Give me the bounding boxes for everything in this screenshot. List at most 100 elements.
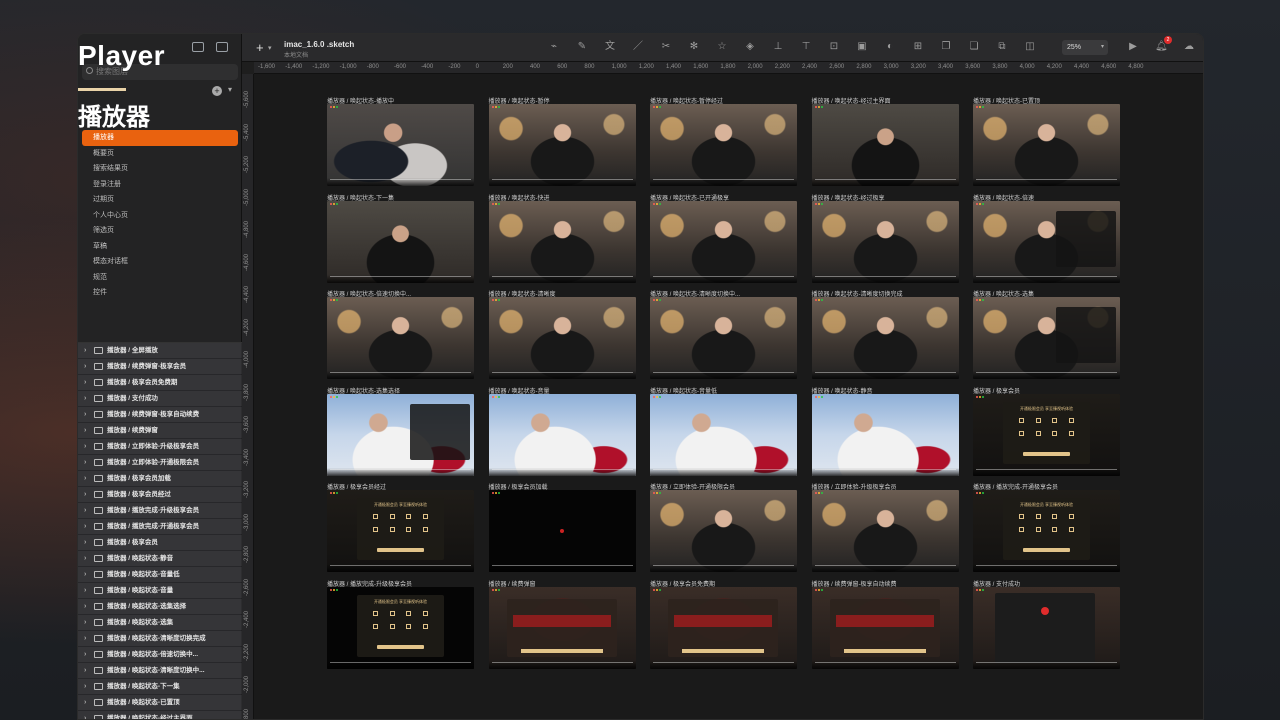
- layer-item[interactable]: › 播放器 / 唤起状态-选集: [78, 615, 242, 631]
- page-item[interactable]: 过期页: [82, 192, 238, 208]
- chevron-right-icon[interactable]: ›: [84, 695, 90, 710]
- layer-item[interactable]: › 播放器 / 唤起状态-音量: [78, 583, 242, 599]
- artboard[interactable]: [973, 200, 1120, 283]
- chevron-right-icon[interactable]: ›: [84, 679, 90, 694]
- artboard[interactable]: [973, 297, 1120, 379]
- chevron-right-icon[interactable]: ›: [84, 599, 90, 614]
- chevron-right-icon[interactable]: ›: [84, 375, 90, 390]
- layer-item[interactable]: › 播放器 / 唤起状态-已置顶: [78, 695, 242, 711]
- layer-item[interactable]: › 播放器 / 唤起状态-清晰度切换完成: [78, 631, 242, 647]
- chevron-right-icon[interactable]: ›: [84, 519, 90, 534]
- insert-icon[interactable]: +: [256, 40, 264, 55]
- artboard[interactable]: [811, 393, 959, 476]
- cloud-icon[interactable]: ☁: [1183, 41, 1195, 53]
- chevron-right-icon[interactable]: ›: [84, 503, 90, 518]
- chevron-right-icon[interactable]: ›: [84, 471, 90, 486]
- chevron-right-icon[interactable]: ›: [84, 439, 90, 454]
- layer-item[interactable]: › 播放器 / 唤起状态-下一集: [78, 679, 242, 695]
- artboard[interactable]: [488, 104, 636, 186]
- page-item[interactable]: 个人中心页: [82, 208, 238, 224]
- artboard[interactable]: [650, 393, 797, 476]
- layer-item[interactable]: › 播放器 / 立即体验-升级极享会员: [78, 439, 242, 455]
- layer-item[interactable]: › 播放器 / 唤起状态-选集选择: [78, 599, 242, 615]
- artboard[interactable]: [811, 104, 959, 186]
- layer-item[interactable]: › 播放器 / 支付成功: [78, 391, 242, 407]
- artboard[interactable]: [327, 200, 474, 283]
- layer-item[interactable]: › 播放器 / 续费弹窗: [78, 423, 242, 439]
- crop-icon[interactable]: ⊞: [912, 41, 924, 53]
- artboard[interactable]: [488, 297, 636, 379]
- layer-item[interactable]: › 播放器 / 极享会员加载: [78, 471, 242, 487]
- artboard[interactable]: [488, 490, 636, 572]
- layer-item[interactable]: › 播放器 / 唤起状态-清晰度切换中...: [78, 663, 242, 679]
- artboard[interactable]: [650, 297, 797, 379]
- line-icon[interactable]: ／: [632, 41, 644, 53]
- artboard[interactable]: [650, 586, 797, 669]
- union-icon[interactable]: ❐: [940, 41, 952, 53]
- vertical-ruler[interactable]: -5,600 -5,400 -5,200 -5,000 -4,800 -4,600 -4,4…: [242, 74, 254, 719]
- artboard[interactable]: 开通极限会员 享至臻视听体验: [973, 393, 1120, 476]
- play-icon[interactable]: ▶: [1127, 41, 1139, 53]
- artboard[interactable]: [488, 393, 636, 476]
- star-icon[interactable]: ☆: [716, 41, 728, 53]
- chevron-down-icon[interactable]: ▾: [268, 44, 272, 52]
- page-item[interactable]: 模态对话框: [82, 254, 238, 270]
- subtract-icon[interactable]: ❏: [968, 41, 980, 53]
- canvas[interactable]: 播放器 / 唤起状态-播放中 播放器 / 唤起状态-暂停 播放器 / 唤起状态-暂停…: [254, 74, 1203, 719]
- list-view-icon[interactable]: [192, 42, 204, 52]
- layer-item[interactable]: › 播放器 / 播放完成-升级极享会员: [78, 503, 242, 519]
- artboard[interactable]: [488, 586, 636, 669]
- intersect-icon[interactable]: ⧉: [996, 41, 1008, 53]
- text-icon[interactable]: 文: [604, 41, 616, 53]
- artboard[interactable]: [811, 490, 959, 572]
- frame-icon[interactable]: ▣: [856, 41, 868, 53]
- chevron-right-icon[interactable]: ›: [84, 711, 90, 720]
- artboard[interactable]: 开通极限会员 享至臻视听体验: [327, 586, 474, 669]
- symbol-icon[interactable]: ◈: [744, 41, 756, 53]
- layer-item[interactable]: › 播放器 / 全屏播放: [78, 343, 242, 359]
- page-item[interactable]: 草稿: [82, 239, 238, 255]
- page-item[interactable]: 播放器: [82, 130, 238, 146]
- chevron-right-icon[interactable]: ›: [84, 663, 90, 678]
- chevron-right-icon[interactable]: ›: [84, 551, 90, 566]
- chevron-right-icon[interactable]: ›: [84, 391, 90, 406]
- layer-item[interactable]: › 播放器 / 唤起状态-经过主界面: [78, 711, 242, 719]
- layer-item[interactable]: › 播放器 / 唤起状态-倍速切换中...: [78, 647, 242, 663]
- layer-item[interactable]: › 播放器 / 播放完成-开通极享会员: [78, 519, 242, 535]
- chevron-right-icon[interactable]: ›: [84, 567, 90, 582]
- scissors-icon[interactable]: ✂: [660, 41, 672, 53]
- artboard[interactable]: [650, 104, 797, 186]
- chevron-right-icon[interactable]: ›: [84, 407, 90, 422]
- zoom-select[interactable]: 25% ▾: [1062, 40, 1108, 55]
- artboard[interactable]: [811, 297, 959, 379]
- chevron-right-icon[interactable]: ›: [84, 615, 90, 630]
- artboard[interactable]: [650, 200, 797, 283]
- artboard[interactable]: [327, 393, 474, 476]
- artboard[interactable]: 开通极限会员 享至臻视听体验: [327, 490, 474, 572]
- page-item[interactable]: 搜索结果页: [82, 161, 238, 177]
- grid-view-icon[interactable]: [216, 42, 228, 52]
- add-page-icon[interactable]: +: [212, 86, 222, 96]
- artboard[interactable]: [650, 490, 797, 572]
- artboard[interactable]: [973, 586, 1120, 669]
- chevron-right-icon[interactable]: ›: [84, 583, 90, 598]
- chevron-right-icon[interactable]: ›: [84, 631, 90, 646]
- artboard[interactable]: 开通极限会员 享至臻视听体验: [973, 490, 1120, 572]
- layer-item[interactable]: › 播放器 / 立即体验-开通极限会员: [78, 455, 242, 471]
- align-bottom-icon[interactable]: ⊥: [772, 41, 784, 53]
- page-item[interactable]: 概要页: [82, 146, 238, 162]
- artboard[interactable]: [811, 200, 959, 283]
- chevron-right-icon[interactable]: ›: [84, 535, 90, 550]
- snowflake-icon[interactable]: ✻: [688, 41, 700, 53]
- artboard[interactable]: [327, 297, 474, 379]
- chevron-right-icon[interactable]: ›: [84, 455, 90, 470]
- layer-item[interactable]: › 播放器 / 极享会员免费期: [78, 375, 242, 391]
- page-item[interactable]: 控件: [82, 285, 238, 301]
- bell-icon[interactable]: 🔔︎ 2: [1155, 36, 1172, 53]
- page-item[interactable]: 登录注册: [82, 177, 238, 193]
- difference-icon[interactable]: ◫: [1024, 41, 1036, 53]
- shape-icon[interactable]: ◐: [884, 41, 896, 53]
- page-item[interactable]: 筛选页: [82, 223, 238, 239]
- layer-item[interactable]: › 播放器 / 唤起状态-静音: [78, 551, 242, 567]
- page-item[interactable]: 规范: [82, 270, 238, 286]
